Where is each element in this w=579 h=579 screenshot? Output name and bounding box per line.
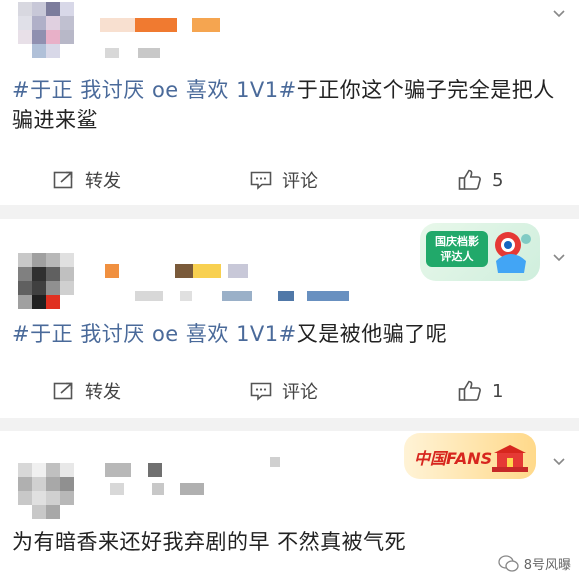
like-count: 1 — [492, 380, 504, 402]
wechat-icon — [498, 554, 519, 572]
repost-label: 转发 — [85, 382, 121, 403]
repost-icon — [53, 382, 73, 400]
chevron-down-icon[interactable] — [553, 252, 565, 264]
post-text: #于正 我讨厌 oe 喜欢 1V1#又是被他骗了呢 — [12, 322, 448, 346]
badge-label: 中国FANS — [414, 449, 493, 468]
repost-button[interactable]: 转发 — [53, 371, 121, 411]
repost-label: 转发 — [85, 171, 121, 192]
thumbs-up-icon — [458, 169, 481, 190]
action-bar: 转发 评论 5 — [0, 160, 579, 200]
repost-icon — [53, 171, 73, 189]
badge-image: 中国FANS — [404, 433, 536, 479]
repost-button[interactable]: 转发 — [53, 160, 121, 200]
like-button[interactable]: 1 — [458, 371, 503, 411]
avatar[interactable] — [18, 463, 74, 519]
comment-icon — [250, 171, 272, 190]
post-card: #于正 我讨厌 oe 喜欢 1V1#于正你这个骗子完全是把人骗进来鲨 转发 评论… — [0, 0, 579, 205]
post-card: 中国FANS 为有暗香来还好我弃剧的早 不然真被气死 8号风曝 — [0, 431, 579, 579]
comment-button[interactable]: 评论 — [250, 160, 318, 200]
avatar[interactable] — [18, 253, 74, 309]
watermark: 8号风曝 — [498, 554, 571, 573]
comment-label: 评论 — [282, 382, 318, 403]
post-text: 为有暗香来还好我弃剧的早 不然真被气死 — [12, 530, 407, 554]
mascot-icon — [495, 232, 531, 273]
like-count: 5 — [492, 169, 504, 191]
comment-button[interactable]: 评论 — [250, 371, 318, 411]
post-card: 国庆档影评达人 #于正 我讨厌 oe 喜欢 1V1#又是被他骗了呢 转发 评论 — [0, 219, 579, 418]
badge-label: 国庆档影评达人 — [426, 231, 488, 267]
action-bar: 转发 评论 1 — [0, 371, 579, 411]
chevron-down-icon[interactable] — [553, 8, 565, 20]
topic-link[interactable]: #于正 我讨厌 oe 喜欢 1V1# — [12, 78, 297, 102]
post-text: #于正 我讨厌 oe 喜欢 1V1#于正你这个骗子完全是把人骗进来鲨 — [12, 78, 555, 132]
comment-icon — [250, 382, 272, 401]
badge-image: 国庆档影评达人 — [420, 223, 540, 281]
like-button[interactable]: 5 — [458, 160, 503, 200]
topic-link[interactable]: #于正 我讨厌 oe 喜欢 1V1# — [12, 322, 297, 346]
avatar[interactable] — [18, 2, 74, 58]
thumbs-up-icon — [458, 380, 481, 401]
tiananmen-icon — [492, 445, 528, 472]
comment-label: 评论 — [282, 171, 318, 192]
chevron-down-icon[interactable] — [553, 456, 565, 468]
